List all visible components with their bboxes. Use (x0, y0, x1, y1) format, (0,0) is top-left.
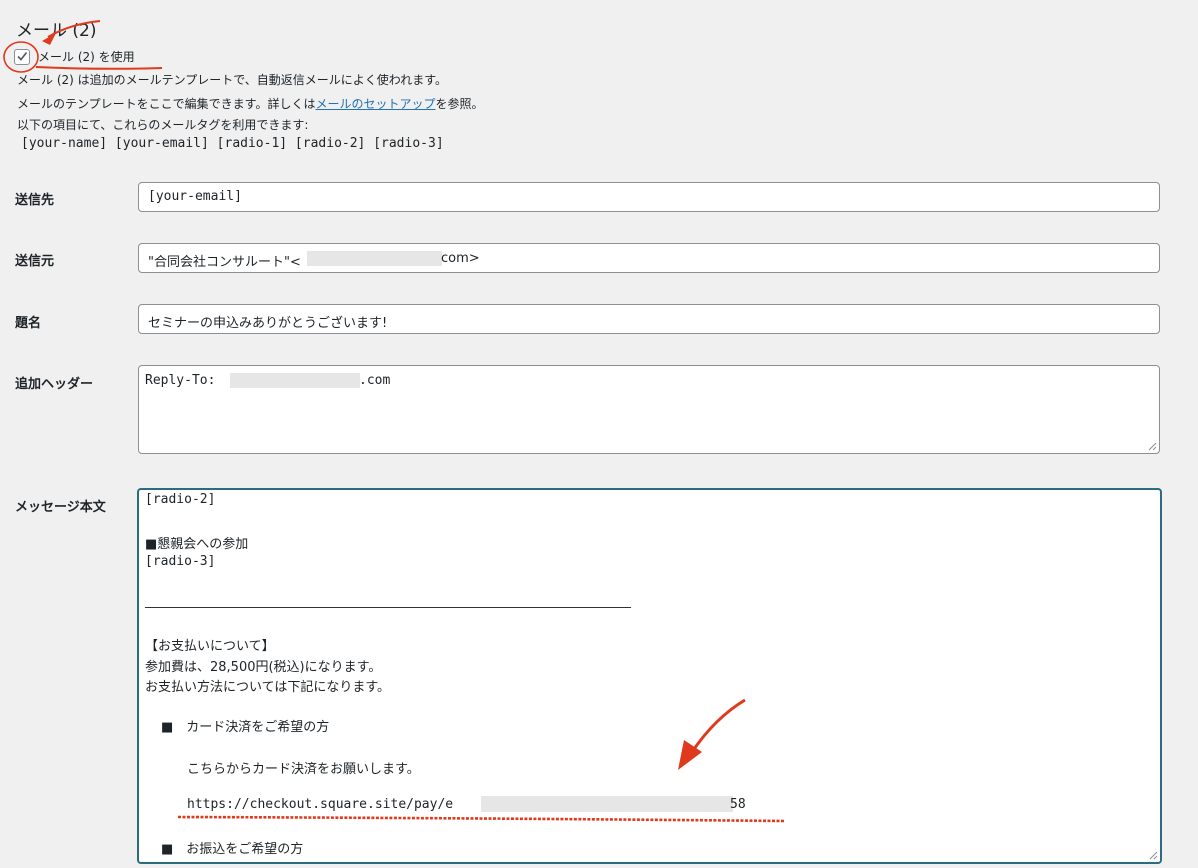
use-mail2-row[interactable]: メール (2) を使用 (14, 48, 135, 65)
body-line-url-prefix: https://checkout.square.site/pay/e (187, 797, 454, 812)
body-line: 参加費は、28,500円(税込)になります。 (145, 660, 382, 675)
subject-label: 題名 (15, 316, 42, 331)
body-line: ■懇親会への参加 (145, 537, 249, 552)
redacted-block (481, 796, 733, 812)
body-line: [radio-2] (145, 492, 216, 507)
subject-value: セミナーの申込みありがとうございます! (148, 316, 388, 331)
from-value-suffix: com> (441, 251, 480, 266)
body-line: お支払い方法については下記になります。 (145, 680, 391, 695)
headers-value-suffix: .com (359, 373, 391, 388)
resize-handle-icon[interactable] (1149, 851, 1158, 860)
body-line: ■ お振込をご希望の方 (161, 842, 304, 857)
resize-handle-icon[interactable] (1148, 442, 1157, 451)
mail-setup-link[interactable]: メールのセットアップ (315, 97, 435, 111)
from-label: 送信元 (15, 254, 55, 269)
checkmark-icon (17, 51, 28, 61)
description-line-2: メールのテンプレートをここで編集できます。詳しくはメールのセットアップを参照。 (17, 97, 484, 111)
use-mail2-label: メール (2) を使用 (38, 50, 135, 64)
from-value-prefix: "合同会社コンサルート"< (148, 255, 301, 270)
subject-input[interactable]: セミナーの申込みありがとうございます! (138, 304, 1160, 334)
headers-label: 追加ヘッダー (15, 377, 94, 392)
headers-textarea[interactable]: Reply-To: .com (138, 365, 1160, 454)
redacted-block (230, 373, 360, 388)
mail-tags: [your-name] [your-email] [radio-1] [radi… (21, 136, 444, 151)
to-value: [your-email] (148, 189, 242, 204)
redacted-block (307, 251, 442, 266)
to-label: 送信先 (15, 193, 55, 208)
use-mail2-checkbox[interactable] (14, 48, 30, 65)
annotation-underline (35, 66, 163, 70)
from-input[interactable]: "合同会社コンサルート"< com> (138, 243, 1160, 273)
body-line: ■ カード決済をご希望の方 (161, 720, 330, 735)
description-line-3: 以下の項目にて、これらのメールタグを利用できます: (17, 118, 309, 132)
body-label: メッセージ本文 (15, 500, 106, 515)
headers-value-prefix: Reply-To: (145, 373, 224, 388)
body-textarea[interactable]: [radio-2] ■懇親会への参加 [radio-3] 【お支払いについて】 … (137, 488, 1162, 864)
body-line-url-suffix: 58 (730, 797, 746, 812)
body-separator (145, 607, 631, 608)
body-line: 【お支払いについて】 (145, 639, 275, 654)
description-line-1: メール (2) は追加のメールテンプレートで、自動返信メールによく使われます。 (17, 73, 447, 87)
body-line: こちらからカード決済をお願いします。 (187, 762, 420, 777)
section-title: メール (2) (16, 21, 97, 41)
body-line: [radio-3] (145, 554, 216, 569)
to-input[interactable]: [your-email] (138, 182, 1160, 212)
